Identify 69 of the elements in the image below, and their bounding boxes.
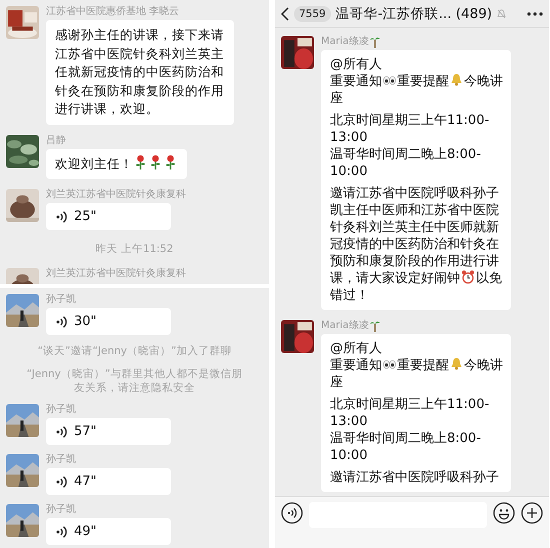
message-text: 重要提醒 xyxy=(397,358,449,373)
sender-name: 孙子凯 xyxy=(46,404,76,416)
message-text: 错过！ xyxy=(330,288,369,303)
message-text: 温哥华时间周二晚上8:00- xyxy=(330,431,481,446)
emoji-icon[interactable] xyxy=(493,502,515,524)
voice-input-icon[interactable] xyxy=(281,502,303,524)
message-text: 针灸科刘兰英主任中医师就新 xyxy=(330,220,499,235)
sender-name: 江苏省中医院惠侨基地 李晓云 xyxy=(46,6,180,18)
rose-icon xyxy=(135,154,146,170)
sender-name: 孙子凯 xyxy=(46,504,76,516)
message-text: 重要通知 xyxy=(330,74,382,89)
message-text: 凯主任中医师和江苏省中医院 xyxy=(330,203,499,218)
message-text: @所有人 xyxy=(330,57,382,72)
sender-name: 孙子凯 xyxy=(46,294,76,306)
message-text: 重要通知 xyxy=(330,358,382,373)
message-text: 预防和康复阶段的作用进行讲 xyxy=(330,254,499,269)
unread-count: 7559 xyxy=(294,6,331,22)
voice-message[interactable]: 57" xyxy=(46,418,171,445)
palm-tree-icon xyxy=(370,320,380,332)
alarm-clock-icon xyxy=(461,270,475,284)
eyes-icon xyxy=(383,360,396,369)
chat-title: 温哥华-江苏侨联... (489) xyxy=(336,4,492,22)
sender-name: Maria绦凌 xyxy=(321,36,369,48)
message-text: 课，请大家设定好闹钟 xyxy=(330,271,460,286)
message-text: 13:00 xyxy=(330,130,368,145)
voice-icon xyxy=(56,524,67,538)
plus-icon[interactable] xyxy=(521,502,543,524)
message-text: 10:00 xyxy=(330,448,368,463)
message-text: 10:00 xyxy=(330,164,368,179)
more-icon[interactable] xyxy=(527,12,543,16)
sender-name: Maria绦凌 xyxy=(321,320,369,332)
message-text: 重要提醒 xyxy=(397,74,449,89)
message-text: 冠疫情的中医药防治和针灸在 xyxy=(330,237,499,252)
sender-name: 刘兰英江苏省中医院针灸康复科 xyxy=(46,268,186,280)
message-text: 座 xyxy=(330,375,343,390)
rose-icon xyxy=(150,154,161,170)
voice-icon xyxy=(56,474,67,488)
system-notice: “谈天”邀请“Jenny（晓宙）”加入了群聊 xyxy=(38,345,232,357)
message-text: 以免 xyxy=(476,271,502,286)
eyes-icon xyxy=(383,76,396,85)
sender-name: 孙子凯 xyxy=(46,454,76,466)
message-text: 北京时间星期三上午11:00- xyxy=(330,113,490,128)
message-text: 邀请江苏省中医院呼吸科孙子 xyxy=(330,470,499,485)
message-text: 感谢孙主任的讲课，接下来请江苏省中医院针灸科刘兰英主任就新冠疫情的中医药防治和针灸在预防和康复阶段的作用进行讲课，欢迎。 xyxy=(55,27,224,116)
voice-message[interactable]: 30" xyxy=(46,308,171,335)
voice-icon xyxy=(56,210,67,224)
message-text: 今晚讲 xyxy=(464,358,503,373)
bell-icon xyxy=(450,357,463,370)
back-icon[interactable] xyxy=(281,6,289,20)
voice-icon xyxy=(56,314,67,328)
voice-message[interactable]: 25" xyxy=(46,203,171,230)
message-text: 邀请江苏省中医院呼吸科孙子 xyxy=(330,186,499,201)
voice-message[interactable]: 47" xyxy=(46,468,171,495)
voice-message[interactable]: 49" xyxy=(46,518,171,545)
sender-name: 吕静 xyxy=(46,134,66,146)
timestamp: 昨天 上午11:52 xyxy=(96,243,174,255)
message-text: 13:00 xyxy=(330,414,368,429)
system-notice: “Jenny（晓宙）”与群里其他人都不是微信朋友关系，请注意隐私安全 xyxy=(26,368,242,394)
bell-icon xyxy=(450,73,463,86)
message-text: @所有人 xyxy=(330,341,382,356)
rose-icon xyxy=(165,154,176,170)
palm-tree-icon xyxy=(370,36,380,48)
voice-icon xyxy=(56,424,67,438)
message-text: 今晚讲 xyxy=(464,74,503,89)
message-text: 北京时间星期三上午11:00- xyxy=(330,397,490,412)
message-text: 座 xyxy=(330,91,343,106)
message-text: 温哥华时间周二晚上8:00- xyxy=(330,147,481,162)
sender-name: 刘兰英江苏省中医院针灸康复科 xyxy=(46,189,186,201)
message-text: 欢迎刘主任！ xyxy=(55,156,133,170)
